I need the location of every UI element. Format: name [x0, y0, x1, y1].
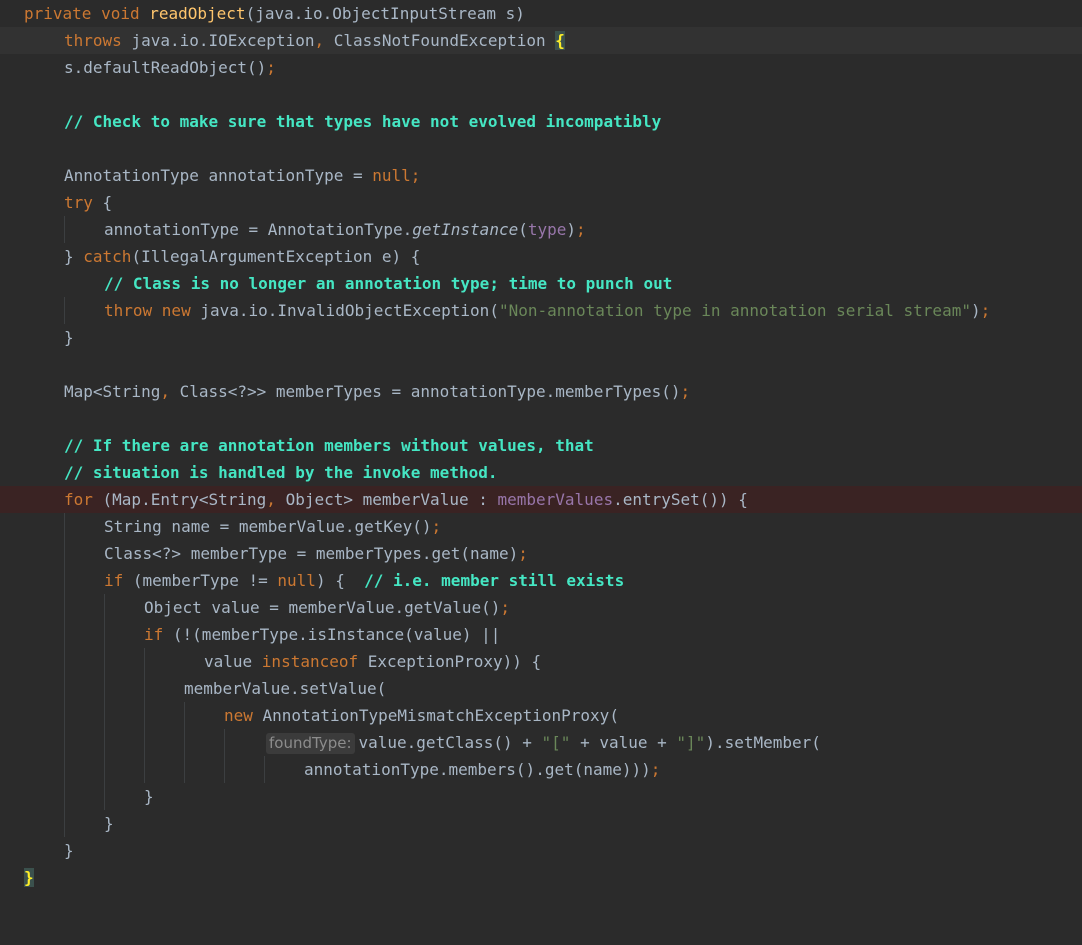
- code-line[interactable]: throw new java.io.InvalidObjectException…: [0, 297, 1082, 324]
- code-line[interactable]: String name = memberValue.getKey();: [0, 513, 1082, 540]
- code-line[interactable]: value instanceof ExceptionProxy)) {: [0, 648, 1082, 675]
- code-line[interactable]: try {: [0, 189, 1082, 216]
- code-line[interactable]: Map<String, Class<?>> memberTypes = anno…: [0, 378, 1082, 405]
- code-line[interactable]: }: [0, 837, 1082, 864]
- code-line[interactable]: annotationType = AnnotationType.getInsta…: [0, 216, 1082, 243]
- code-line[interactable]: }: [0, 810, 1082, 837]
- matched-brace: }: [24, 868, 34, 887]
- code-line[interactable]: Class<?> memberType = memberTypes.get(na…: [0, 540, 1082, 567]
- code-line[interactable]: }: [0, 864, 1082, 891]
- code-line[interactable]: }: [0, 324, 1082, 351]
- code-line[interactable]: } catch(IllegalArgumentException e) {: [0, 243, 1082, 270]
- code-line[interactable]: annotationType.members().get(name)));: [0, 756, 1082, 783]
- code-line[interactable]: private void readObject(java.io.ObjectIn…: [0, 0, 1082, 27]
- code-line[interactable]: // situation is handled by the invoke me…: [0, 459, 1082, 486]
- code-editor[interactable]: private void readObject(java.io.ObjectIn…: [0, 0, 1082, 891]
- matched-brace: {: [555, 31, 565, 50]
- code-line[interactable]: // If there are annotation members witho…: [0, 432, 1082, 459]
- code-line[interactable]: new AnnotationTypeMismatchExceptionProxy…: [0, 702, 1082, 729]
- code-line-breakpoint[interactable]: for (Map.Entry<String, Object> memberVal…: [0, 486, 1082, 513]
- code-line[interactable]: s.defaultReadObject();: [0, 54, 1082, 81]
- code-line[interactable]: // Class is no longer an annotation type…: [0, 270, 1082, 297]
- code-line[interactable]: if (!(memberType.isInstance(value) ||: [0, 621, 1082, 648]
- code-line[interactable]: Object value = memberValue.getValue();: [0, 594, 1082, 621]
- code-line[interactable]: AnnotationType annotationType = null;: [0, 162, 1082, 189]
- code-line[interactable]: }: [0, 783, 1082, 810]
- code-line[interactable]: foundType: value.getClass() + "[" + value…: [0, 729, 1082, 756]
- code-line[interactable]: memberValue.setValue(: [0, 675, 1082, 702]
- code-line[interactable]: if (memberType != null) { // i.e. member…: [0, 567, 1082, 594]
- parameter-inlay-hint: foundType:: [266, 733, 355, 754]
- code-line-current[interactable]: throws java.io.IOException, ClassNotFoun…: [0, 27, 1082, 54]
- code-line[interactable]: // Check to make sure that types have no…: [0, 108, 1082, 135]
